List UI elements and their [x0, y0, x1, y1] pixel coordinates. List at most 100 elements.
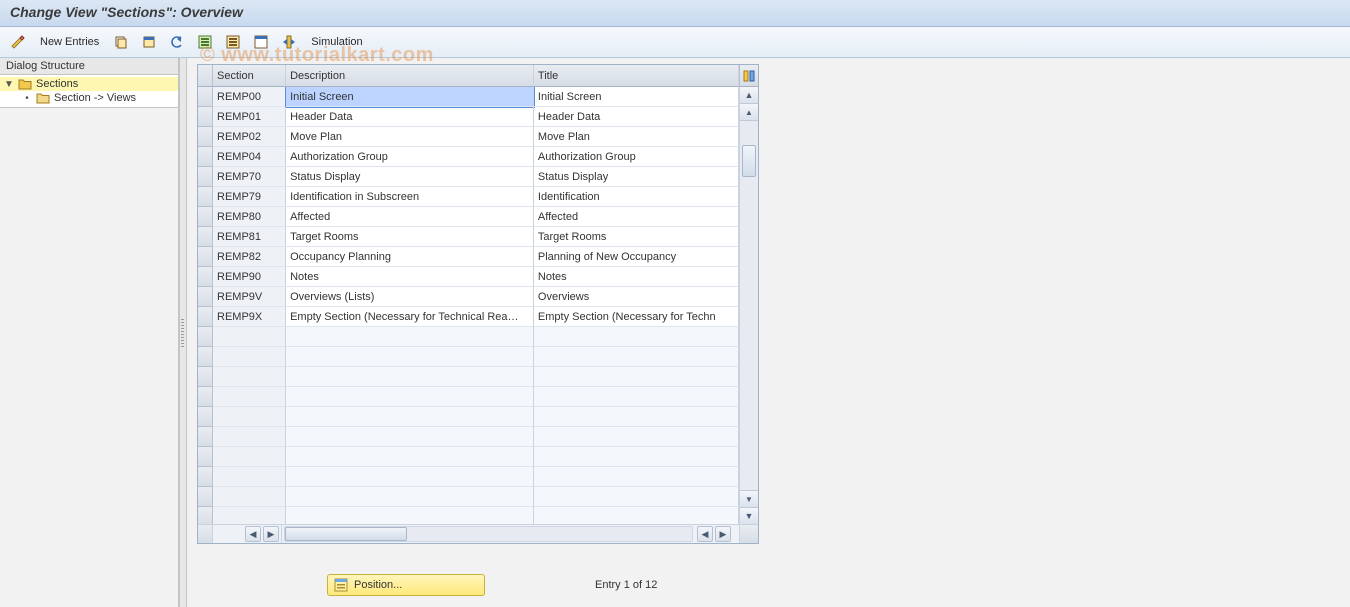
table-row[interactable]: REMP80AffectedAffected [198, 207, 739, 227]
row-selector[interactable] [198, 387, 213, 407]
cell-section[interactable] [213, 327, 286, 347]
cell-title[interactable]: Planning of New Occupancy [534, 247, 739, 267]
cell-section[interactable] [213, 427, 286, 447]
cell-section[interactable]: REMP00 [213, 87, 286, 107]
cell-title[interactable]: Overviews [534, 287, 739, 307]
cell-section[interactable]: REMP9V [213, 287, 286, 307]
table-row[interactable]: REMP01Header DataHeader Data [198, 107, 739, 127]
table-row[interactable]: REMP9VOverviews (Lists)Overviews [198, 287, 739, 307]
cell-title[interactable]: Status Display [534, 167, 739, 187]
row-selector[interactable] [198, 487, 213, 507]
cell-description[interactable]: Affected [286, 207, 534, 227]
cell-title[interactable]: Header Data [534, 107, 739, 127]
table-row-empty[interactable] [198, 347, 739, 367]
cell-description[interactable] [286, 427, 534, 447]
row-selector[interactable] [198, 87, 213, 107]
cell-section[interactable]: REMP70 [213, 167, 286, 187]
cell-description[interactable] [286, 367, 534, 387]
table-row-empty[interactable] [198, 387, 739, 407]
cell-section[interactable]: REMP02 [213, 127, 286, 147]
row-selector[interactable] [198, 207, 213, 227]
table-row[interactable]: REMP79Identification in SubscreenIdentif… [198, 187, 739, 207]
table-row-empty[interactable] [198, 507, 739, 524]
table-row[interactable]: REMP81Target RoomsTarget Rooms [198, 227, 739, 247]
horizontal-scrollbar[interactable]: ◀ ▶ ◀ ▶ [198, 524, 758, 543]
cell-title[interactable] [534, 447, 739, 467]
cell-title[interactable] [534, 507, 739, 524]
new-entries-button[interactable]: New Entries [34, 32, 105, 52]
hscroll-thumb[interactable] [285, 527, 407, 541]
hscroll-track[interactable] [284, 526, 693, 542]
cell-title[interactable] [534, 347, 739, 367]
cell-section[interactable] [213, 367, 286, 387]
table-row[interactable]: REMP90NotesNotes [198, 267, 739, 287]
row-selector[interactable] [198, 367, 213, 387]
cell-description[interactable]: Target Rooms [286, 227, 534, 247]
cell-section[interactable]: REMP9X [213, 307, 286, 327]
table-row-empty[interactable] [198, 407, 739, 427]
cell-section[interactable]: REMP01 [213, 107, 286, 127]
cell-description[interactable] [286, 507, 534, 524]
cell-section[interactable] [213, 467, 286, 487]
cell-description[interactable] [286, 467, 534, 487]
cell-section[interactable]: REMP81 [213, 227, 286, 247]
cell-description[interactable]: Authorization Group [286, 147, 534, 167]
row-selector[interactable] [198, 107, 213, 127]
toggle-edit-icon[interactable] [6, 32, 30, 52]
hscroll-left2-icon[interactable]: ◀ [245, 526, 261, 542]
scroll-down-icon[interactable]: ▼ [740, 507, 758, 524]
cell-description[interactable]: Status Display [286, 167, 534, 187]
row-selector[interactable] [198, 147, 213, 167]
select-block-icon[interactable] [221, 32, 245, 52]
cell-section[interactable]: REMP04 [213, 147, 286, 167]
cell-description[interactable] [286, 347, 534, 367]
cell-title[interactable]: Identification [534, 187, 739, 207]
delete-icon[interactable] [137, 32, 161, 52]
cell-title[interactable]: Target Rooms [534, 227, 739, 247]
row-selector[interactable] [198, 267, 213, 287]
cell-section[interactable]: REMP82 [213, 247, 286, 267]
table-row[interactable]: REMP04Authorization GroupAuthorization G… [198, 147, 739, 167]
row-selector[interactable] [198, 427, 213, 447]
row-selector[interactable] [198, 507, 213, 524]
row-selector[interactable] [198, 247, 213, 267]
cell-title[interactable]: Notes [534, 267, 739, 287]
scroll-down2-icon[interactable]: ▼ [740, 490, 758, 507]
row-selector[interactable] [198, 227, 213, 247]
row-selector[interactable] [198, 447, 213, 467]
row-selector[interactable] [198, 187, 213, 207]
col-header-section[interactable]: Section [213, 65, 286, 87]
table-row[interactable]: REMP9XEmpty Section (Necessary for Techn… [198, 307, 739, 327]
table-row-empty[interactable] [198, 487, 739, 507]
cell-section[interactable] [213, 407, 286, 427]
cell-title[interactable]: Move Plan [534, 127, 739, 147]
cell-title[interactable] [534, 387, 739, 407]
cell-section[interactable] [213, 447, 286, 467]
row-selector[interactable] [198, 327, 213, 347]
cell-description[interactable] [286, 487, 534, 507]
hscroll-right-icon[interactable]: ◀ [697, 526, 713, 542]
row-selector[interactable] [198, 467, 213, 487]
table-row[interactable]: REMP82Occupancy PlanningPlanning of New … [198, 247, 739, 267]
row-selector[interactable] [198, 347, 213, 367]
cell-description[interactable] [286, 447, 534, 467]
vscroll-track[interactable] [740, 121, 758, 490]
cell-description[interactable] [286, 327, 534, 347]
deselect-all-icon[interactable] [249, 32, 273, 52]
tree-twisty-icon[interactable]: ▼ [4, 79, 14, 90]
cell-section[interactable]: REMP79 [213, 187, 286, 207]
vscroll-thumb[interactable] [742, 145, 756, 177]
cell-title[interactable] [534, 367, 739, 387]
cell-description[interactable] [286, 407, 534, 427]
row-selector[interactable] [198, 127, 213, 147]
cell-description[interactable] [286, 387, 534, 407]
vertical-scrollbar[interactable]: ▲ ▲ ▼ ▼ [739, 87, 758, 524]
hscroll-left-icon[interactable]: ▶ [263, 526, 279, 542]
cell-section[interactable] [213, 347, 286, 367]
cell-title[interactable] [534, 487, 739, 507]
table-row-empty[interactable] [198, 427, 739, 447]
col-header-description[interactable]: Description [286, 65, 534, 87]
tree-node[interactable]: •Section -> Views [0, 91, 178, 105]
cell-title[interactable] [534, 327, 739, 347]
table-row-empty[interactable] [198, 367, 739, 387]
